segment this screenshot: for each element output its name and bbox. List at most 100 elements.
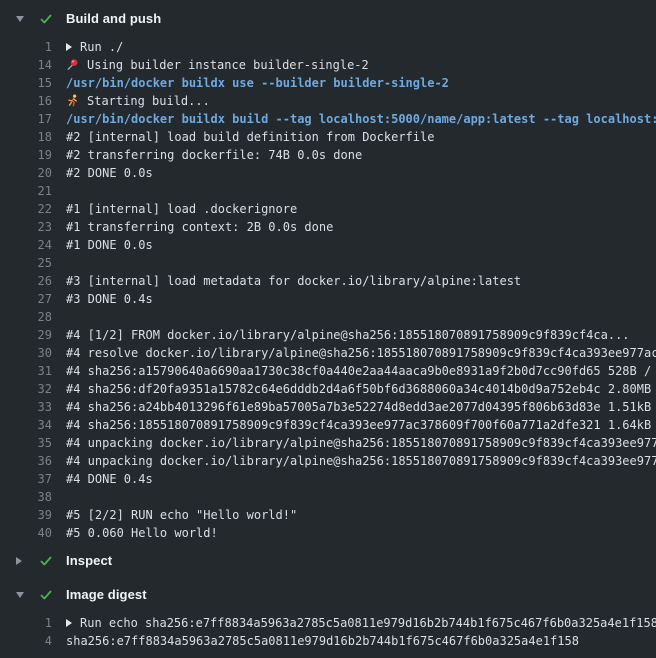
line-number-link[interactable]: 36 (0, 452, 52, 470)
log-text: #4 DONE 0.4s (66, 472, 153, 486)
log-line: 24 #1 DONE 0.0s (0, 236, 656, 254)
line-number-link[interactable]: 22 (0, 200, 52, 218)
log-text: Starting build... (87, 94, 210, 108)
section-title: Build and push (66, 10, 161, 28)
section-log-body: 1 Run ./ 14 Using builder instance builder-… (0, 30, 656, 550)
log-line: 36 #4 unpacking docker.io/library/alpine@… (0, 452, 656, 470)
log-text-cell: #5 [2/2] RUN echo "Hello world!" (66, 506, 656, 524)
line-number-link[interactable]: 14 (0, 56, 52, 74)
log-text-cell (66, 488, 656, 506)
line-number-link[interactable]: 38 (0, 488, 52, 506)
log-line: 4 sha256:e7ff8834a5963a2785c5a0811e979d16… (0, 632, 656, 650)
log-text: #5 [2/2] RUN echo "Hello world!" (66, 508, 297, 522)
line-number-link[interactable]: 1 (0, 614, 52, 632)
chevron-down-icon (16, 16, 26, 22)
log-text-cell: #2 [internal] load build definition from… (66, 128, 656, 146)
log-text: #4 resolve docker.io/library/alpine@sha2… (66, 346, 656, 360)
line-number-link[interactable]: 16 (0, 92, 52, 110)
log-text: #4 sha256:a24bb4013296f61e89ba57005a7b3e… (66, 400, 656, 414)
line-number-link[interactable]: 20 (0, 164, 52, 182)
line-number-link[interactable]: 28 (0, 308, 52, 326)
line-number-link[interactable]: 35 (0, 434, 52, 452)
log-text: #4 unpacking docker.io/library/alpine@sh… (66, 454, 656, 468)
log-text: /usr/bin/docker buildx build --tag local… (66, 112, 656, 126)
log-text-cell: #4 sha256:185518070891758909c9f839cf4ca3… (66, 416, 656, 434)
log-line: 34 #4 sha256:185518070891758909c9f839cf4c… (0, 416, 656, 434)
log-text-cell (66, 308, 656, 326)
log-text: #1 [internal] load .dockerignore (66, 202, 297, 216)
line-number-link[interactable]: 26 (0, 272, 52, 290)
log-text-cell: #4 unpacking docker.io/library/alpine@sh… (66, 452, 656, 470)
log-text: #2 transferring dockerfile: 74B 0.0s don… (66, 148, 362, 162)
pushpin-icon (66, 58, 79, 71)
line-number-link[interactable]: 17 (0, 110, 52, 128)
section-header-build-and-push[interactable]: Build and push (0, 8, 656, 30)
log-text-cell: #1 [internal] load .dockerignore (66, 200, 656, 218)
log-line: 19 #2 transferring dockerfile: 74B 0.0s d… (0, 146, 656, 164)
log-text: #2 DONE 0.0s (66, 166, 153, 180)
log-text: sha256:e7ff8834a5963a2785c5a0811e979d16b… (66, 634, 579, 648)
line-number-link[interactable]: 19 (0, 146, 52, 164)
success-check-icon (39, 588, 53, 602)
log-line: 18 #2 [internal] load build definition fr… (0, 128, 656, 146)
runner-icon (66, 94, 79, 107)
log-text-cell: #1 DONE 0.0s (66, 236, 656, 254)
log-text-cell: #2 DONE 0.0s (66, 164, 656, 182)
log-section-image-digest: Image digest1Run echo sha256:e7ff8834a59… (0, 584, 656, 658)
line-number-link[interactable]: 21 (0, 182, 52, 200)
log-text-cell: Using builder instance builder-single-2 (66, 56, 656, 74)
section-header-image-digest[interactable]: Image digest (0, 584, 656, 606)
line-number-link[interactable]: 30 (0, 344, 52, 362)
workflow-log-viewer: Build and push1Run ./14Using builder ins… (0, 0, 656, 658)
line-number-link[interactable]: 24 (0, 236, 52, 254)
log-line: 14 Using builder instance builder-single-… (0, 56, 656, 74)
line-number-link[interactable]: 32 (0, 380, 52, 398)
log-text-cell: #4 DONE 0.4s (66, 470, 656, 488)
line-number-link[interactable]: 25 (0, 254, 52, 272)
log-line: 31#4 sha256:a15790640a6690aa1730c38cf0a4… (0, 362, 656, 380)
line-number-link[interactable]: 33 (0, 398, 52, 416)
section-title: Inspect (66, 552, 112, 570)
line-number-link[interactable]: 34 (0, 416, 52, 434)
run-marker-icon (66, 43, 72, 51)
line-number-link[interactable]: 40 (0, 524, 52, 542)
line-number-link[interactable]: 18 (0, 128, 52, 146)
log-text-cell: sha256:e7ff8834a5963a2785c5a0811e979d16b… (66, 632, 656, 650)
line-number-link[interactable]: 31 (0, 362, 52, 380)
line-number-link[interactable]: 39 (0, 506, 52, 524)
log-text-cell: #4 [1/2] FROM docker.io/library/alpine@s… (66, 326, 656, 344)
log-line: 17/usr/bin/docker buildx build --tag loc… (0, 110, 656, 128)
run-marker-icon (66, 619, 72, 627)
log-line: 16 Starting build... (0, 92, 656, 110)
log-text-cell: #2 transferring dockerfile: 74B 0.0s don… (66, 146, 656, 164)
log-text: /usr/bin/docker buildx use --builder bui… (66, 76, 449, 90)
log-line: 39 #5 [2/2] RUN echo "Hello world!" (0, 506, 656, 524)
log-text-cell: Run ./ (66, 38, 656, 56)
log-line: 29 #4 [1/2] FROM docker.io/library/alpine… (0, 326, 656, 344)
log-line: 22 #1 [internal] load .dockerignore (0, 200, 656, 218)
log-text-cell: /usr/bin/docker buildx use --builder bui… (66, 74, 656, 92)
line-number-link[interactable]: 37 (0, 470, 52, 488)
log-text: #1 DONE 0.0s (66, 238, 153, 252)
log-line: 30 #4 resolve docker.io/library/alpine@sh… (0, 344, 656, 362)
log-text-cell: Starting build... (66, 92, 656, 110)
line-number-link[interactable]: 23 (0, 218, 52, 236)
line-number-link[interactable]: 29 (0, 326, 52, 344)
line-number-link[interactable]: 27 (0, 290, 52, 308)
line-number-link[interactable]: 4 (0, 632, 52, 650)
log-text-cell: #4 sha256:a24bb4013296f61e89ba57005a7b3e… (66, 398, 656, 416)
log-text: Run ./ (80, 40, 123, 54)
log-text: Using builder instance builder-single-2 (87, 58, 369, 72)
log-text-cell (66, 254, 656, 272)
log-text-cell: #3 DONE 0.4s (66, 290, 656, 308)
line-number-link[interactable]: 15 (0, 74, 52, 92)
log-text: #3 DONE 0.4s (66, 292, 153, 306)
log-line: 1 Run ./ (0, 38, 656, 56)
log-text: #5 0.060 Hello world! (66, 526, 218, 540)
section-header-inspect[interactable]: Inspect (0, 550, 656, 572)
log-text: #4 [1/2] FROM docker.io/library/alpine@s… (66, 328, 630, 342)
line-number-link[interactable]: 1 (0, 38, 52, 56)
log-section-inspect: Inspect (0, 550, 656, 572)
log-text-cell: #4 resolve docker.io/library/alpine@sha2… (66, 344, 656, 362)
log-text-cell: #4 unpacking docker.io/library/alpine@sh… (66, 434, 656, 452)
